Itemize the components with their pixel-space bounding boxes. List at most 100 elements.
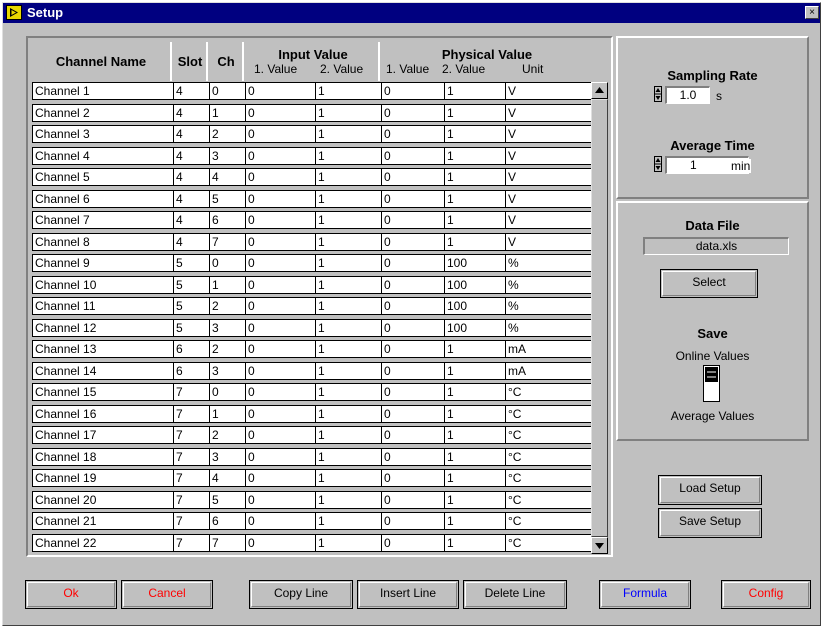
cell-physical-value-1[interactable]: 0 [381,125,444,143]
cell-physical-value-1[interactable]: 0 [381,469,444,487]
cell-ch[interactable]: 1 [209,103,245,122]
cell-physical-value-2[interactable]: 1 [444,340,505,358]
cell-input-value-2[interactable]: 1 [315,340,381,358]
cell-ch[interactable]: 2 [209,340,245,358]
cell-channel-name[interactable]: Channel 18 [32,447,173,466]
cell-physical-value-1[interactable]: 0 [381,189,444,208]
cell-unit[interactable]: V [505,211,593,229]
cell-input-value-2[interactable]: 1 [315,168,381,186]
cell-input-value-2[interactable]: 1 [315,383,381,401]
cell-ch[interactable]: 0 [209,82,245,100]
cell-physical-value-2[interactable]: 1 [444,361,505,380]
load-setup-button[interactable]: Load Setup [658,475,762,505]
cell-channel-name[interactable]: Channel 13 [32,340,173,358]
scroll-down-arrow-icon[interactable] [591,537,608,554]
cell-channel-name[interactable]: Channel 4 [32,146,173,165]
cell-slot[interactable]: 4 [173,82,209,100]
cell-input-value-2[interactable]: 1 [315,275,381,294]
cell-unit[interactable]: °C [505,490,593,509]
cell-physical-value-2[interactable]: 100 [444,318,505,337]
cell-slot[interactable]: 4 [173,146,209,165]
cell-input-value-2[interactable]: 1 [315,361,381,380]
cell-channel-name[interactable]: Channel 11 [32,297,173,315]
cell-physical-value-1[interactable]: 0 [381,447,444,466]
cell-physical-value-2[interactable]: 1 [444,125,505,143]
cell-unit[interactable]: °C [505,447,593,466]
cell-unit[interactable]: °C [505,512,593,530]
cell-channel-name[interactable]: Channel 9 [32,254,173,272]
cell-slot[interactable]: 7 [173,426,209,444]
cell-physical-value-2[interactable]: 1 [444,383,505,401]
cell-input-value-1[interactable]: 0 [245,232,315,251]
sampling-rate-spinner-icon[interactable] [654,86,662,102]
cell-slot[interactable]: 4 [173,168,209,186]
cell-input-value-2[interactable]: 1 [315,125,381,143]
cell-ch[interactable]: 0 [209,383,245,401]
cell-input-value-2[interactable]: 1 [315,469,381,487]
cell-slot[interactable]: 5 [173,275,209,294]
cell-physical-value-1[interactable]: 0 [381,404,444,423]
cell-input-value-1[interactable]: 0 [245,211,315,229]
cell-unit[interactable]: °C [505,426,593,444]
cell-slot[interactable]: 5 [173,318,209,337]
cell-unit[interactable]: V [505,125,593,143]
cell-input-value-2[interactable]: 1 [315,447,381,466]
cell-slot[interactable]: 7 [173,533,209,552]
cell-input-value-1[interactable]: 0 [245,318,315,337]
cell-physical-value-1[interactable]: 0 [381,103,444,122]
cell-slot[interactable]: 4 [173,125,209,143]
cell-input-value-1[interactable]: 0 [245,103,315,122]
cell-physical-value-2[interactable]: 1 [444,447,505,466]
cell-channel-name[interactable]: Channel 5 [32,168,173,186]
cell-physical-value-2[interactable]: 100 [444,275,505,294]
cell-ch[interactable]: 2 [209,125,245,143]
cell-slot[interactable]: 4 [173,211,209,229]
cell-unit[interactable]: mA [505,361,593,380]
save-mode-toggle[interactable] [703,365,720,402]
cell-physical-value-1[interactable]: 0 [381,297,444,315]
cell-physical-value-2[interactable]: 1 [444,533,505,552]
scroll-thumb[interactable] [591,99,608,537]
cell-unit[interactable]: °C [505,404,593,423]
table-scrollbar[interactable] [591,82,608,554]
cell-ch[interactable]: 0 [209,254,245,272]
cell-physical-value-1[interactable]: 0 [381,232,444,251]
cell-slot[interactable]: 7 [173,490,209,509]
select-file-button[interactable]: Select [660,269,758,298]
cell-channel-name[interactable]: Channel 6 [32,189,173,208]
config-button[interactable]: Config [721,580,811,609]
cell-input-value-2[interactable]: 1 [315,103,381,122]
cell-ch[interactable]: 5 [209,490,245,509]
cell-input-value-2[interactable]: 1 [315,232,381,251]
average-time-spinner-icon[interactable] [654,156,662,172]
cell-unit[interactable]: V [505,232,593,251]
cell-slot[interactable]: 4 [173,189,209,208]
cell-physical-value-1[interactable]: 0 [381,168,444,186]
save-setup-button[interactable]: Save Setup [658,508,762,538]
cell-slot[interactable]: 4 [173,103,209,122]
cell-slot[interactable]: 7 [173,512,209,530]
cell-slot[interactable]: 7 [173,383,209,401]
cell-physical-value-1[interactable]: 0 [381,490,444,509]
cell-slot[interactable]: 6 [173,361,209,380]
cell-input-value-2[interactable]: 1 [315,82,381,100]
cell-physical-value-1[interactable]: 0 [381,211,444,229]
cell-ch[interactable]: 4 [209,168,245,186]
insert-line-button[interactable]: Insert Line [357,580,459,609]
cell-channel-name[interactable]: Channel 17 [32,426,173,444]
cell-unit[interactable]: V [505,168,593,186]
cell-physical-value-2[interactable]: 1 [444,82,505,100]
cell-input-value-1[interactable]: 0 [245,146,315,165]
cell-ch[interactable]: 6 [209,211,245,229]
cell-physical-value-2[interactable]: 100 [444,297,505,315]
cell-unit[interactable]: % [505,297,593,315]
cell-ch[interactable]: 7 [209,533,245,552]
ok-button[interactable]: Ok [25,580,117,609]
cell-physical-value-1[interactable]: 0 [381,533,444,552]
cell-input-value-1[interactable]: 0 [245,533,315,552]
cell-input-value-1[interactable]: 0 [245,297,315,315]
cell-input-value-1[interactable]: 0 [245,490,315,509]
cell-physical-value-2[interactable]: 100 [444,254,505,272]
cell-unit[interactable]: % [505,275,593,294]
cell-unit[interactable]: mA [505,340,593,358]
